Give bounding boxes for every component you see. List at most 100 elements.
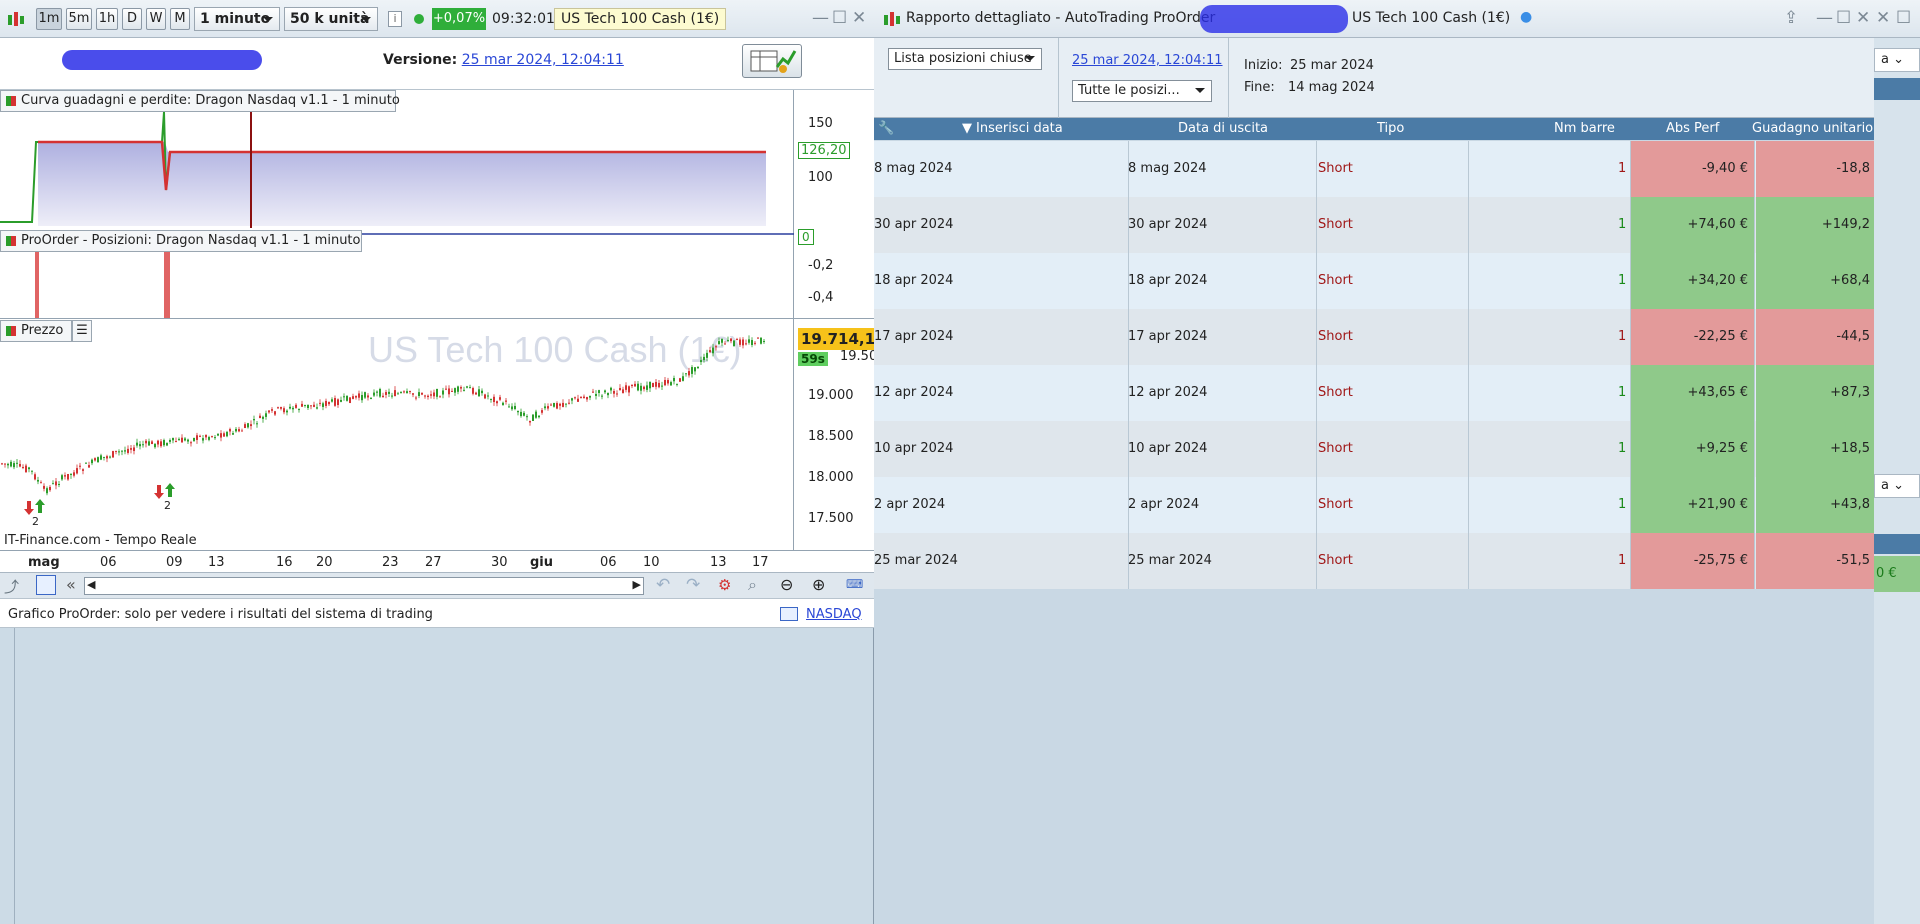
table-row[interactable]: 17 apr 2024 17 apr 2024 Short 1 -22,25 € -44,… (874, 309, 1874, 365)
report-icon[interactable] (742, 44, 802, 78)
column-separator (1754, 477, 1755, 533)
column-separator (1630, 477, 1631, 533)
unit-gain-value: +149,2 (1821, 217, 1870, 232)
timeframe-day-button[interactable]: D (122, 8, 142, 30)
close-all-icon[interactable]: ✕ (1876, 9, 1890, 27)
position-filter-select[interactable]: Tutte le posizi... (1072, 80, 1212, 102)
side-panel: a ⌄ a ⌄ 0 € (1874, 38, 1920, 924)
bar-count: 1 (1618, 273, 1627, 288)
trade-type: Short (1318, 161, 1353, 176)
price-candles (1, 335, 765, 515)
exit-date: 10 apr 2024 (1128, 441, 1208, 456)
table-row[interactable]: 8 mag 2024 8 mag 2024 Short 1 -9,40 € -18,8 (874, 141, 1874, 197)
divider (1058, 38, 1059, 118)
x-tick: 23 (382, 555, 399, 570)
report-controls: Lista posizioni chiuse 25 mar 2024, 12:0… (874, 38, 1874, 118)
equity-pane-label[interactable]: Curva guadagni e perdite: Dragon Nasdaq … (0, 90, 400, 112)
nasdaq-link[interactable]: NASDAQ (806, 607, 862, 622)
column-separator (1468, 533, 1469, 589)
entry-date: 30 apr 2024 (874, 217, 954, 232)
column-separator (1316, 533, 1317, 589)
entry-date: 8 mag 2024 (874, 161, 953, 176)
timeframe-week-button[interactable]: W (146, 8, 166, 30)
table-row[interactable]: 30 apr 2024 30 apr 2024 Short 1 +74,60 € +149… (874, 197, 1874, 253)
col-entry-date[interactable]: Inserisci data (976, 121, 1063, 136)
scroll-start-icon[interactable]: « (66, 575, 76, 594)
zoom-area-icon[interactable]: ⌕ (748, 575, 757, 595)
table-row[interactable]: 10 apr 2024 10 apr 2024 Short 1 +9,25 € +18,5 (874, 421, 1874, 477)
col-bars[interactable]: Nm barre (1554, 121, 1615, 136)
unit-gain-value: -51,5 (1836, 553, 1870, 568)
side-select[interactable]: a ⌄ (1874, 48, 1920, 72)
zoom-in-icon[interactable]: ⊕ (812, 575, 825, 594)
column-separator (1630, 365, 1631, 421)
side-select-text: a (1881, 478, 1889, 493)
side-select-2[interactable]: a ⌄ (1874, 474, 1920, 498)
x-tick: 06 (600, 555, 617, 570)
abs-perf-value: +21,90 € (1687, 497, 1748, 512)
wrench-icon[interactable]: 🔧 (878, 121, 894, 136)
extra-icon[interactable]: ☐ (1896, 9, 1911, 27)
unit-gain-value: +68,4 (1830, 273, 1870, 288)
close-icon[interactable]: ✕ (1856, 9, 1870, 27)
share-icon[interactable]: ⤴ (4, 576, 19, 597)
report-date-link[interactable]: 25 mar 2024, 12:04:11 (1072, 53, 1223, 68)
end-label: Fine: (1244, 80, 1275, 95)
list-type-select[interactable]: Lista posizioni chiuse (888, 48, 1042, 70)
zoom-out-icon[interactable]: ⊖ (780, 575, 793, 594)
scroll-left-icon[interactable]: ◀ (87, 578, 95, 591)
side-header (1874, 534, 1920, 554)
minimize-icon[interactable]: — (1816, 9, 1833, 27)
sort-desc-icon[interactable]: ▼ (962, 121, 972, 136)
chat-icon[interactable]: ● (1520, 9, 1532, 25)
units-select[interactable]: 50 k unità (284, 7, 378, 31)
timeframe-1m-button[interactable]: 1m (36, 8, 62, 30)
list-icon[interactable]: ☰ (72, 320, 92, 342)
time-scrollbar[interactable]: ◀ ▶ (84, 577, 644, 595)
table-row[interactable]: 2 apr 2024 2 apr 2024 Short 1 +21,90 € +43,8 (874, 477, 1874, 533)
interval-select[interactable]: 1 minuto (194, 7, 280, 31)
scroll-right-icon[interactable]: ▶ (633, 578, 641, 591)
chart-settings-icon[interactable] (36, 575, 56, 595)
column-separator (1316, 253, 1317, 309)
version-date-link[interactable]: 25 mar 2024, 12:04:11 (462, 52, 624, 68)
column-separator (1754, 141, 1755, 197)
indicator-icon[interactable]: ⚙ (718, 576, 731, 594)
column-separator (1468, 141, 1469, 197)
positions-pane-label[interactable]: ProOrder - Posizioni: Dragon Nasdaq v1.1… (0, 230, 362, 252)
table-row[interactable]: 12 apr 2024 12 apr 2024 Short 1 +43,65 € +87,… (874, 365, 1874, 421)
bar-count: 1 (1618, 441, 1627, 456)
column-separator (1316, 365, 1317, 421)
exit-date: 8 mag 2024 (1128, 161, 1207, 176)
positions-tick: -0,2 (808, 258, 834, 273)
col-exit-date[interactable]: Data di uscita (1178, 121, 1268, 136)
x-tick: 17 (752, 555, 769, 570)
column-separator (1754, 309, 1755, 365)
minimize-icon[interactable]: — (812, 9, 829, 27)
share-icon[interactable]: ⇪ (1784, 9, 1798, 27)
undo-icon[interactable]: ↶ (656, 575, 670, 595)
maximize-icon[interactable]: ☐ (832, 9, 847, 27)
instrument-label[interactable]: US Tech 100 Cash (1€) (554, 8, 727, 30)
current-price-tag: 19.714,1 (798, 328, 875, 350)
column-separator (1468, 421, 1469, 477)
timeframe-5m-button[interactable]: 5m (66, 8, 92, 30)
info-icon[interactable]: i (388, 11, 402, 27)
col-type[interactable]: Tipo (1377, 121, 1404, 136)
panel-divider (14, 628, 15, 924)
keyboard-icon[interactable]: ⌨ (846, 577, 863, 591)
col-abs-perf[interactable]: Abs Perf (1666, 121, 1719, 136)
table-row[interactable]: 25 mar 2024 25 mar 2024 Short 1 -25,75 € -51,… (874, 533, 1874, 589)
table-row[interactable]: 18 apr 2024 18 apr 2024 Short 1 +34,20 € +68,… (874, 253, 1874, 309)
column-separator (1630, 253, 1631, 309)
price-pane-label[interactable]: Prezzo (0, 320, 72, 342)
timeframe-month-button[interactable]: M (170, 8, 190, 30)
redo-icon[interactable]: ↷ (686, 575, 700, 595)
col-unit-gain[interactable]: Guadagno unitario (1752, 121, 1873, 136)
close-icon[interactable]: ✕ (852, 9, 866, 27)
timeframe-1h-button[interactable]: 1h (96, 8, 118, 30)
column-separator (1468, 197, 1469, 253)
entry-date: 25 mar 2024 (874, 553, 958, 568)
trade-type: Short (1318, 217, 1353, 232)
maximize-icon[interactable]: ☐ (1836, 9, 1851, 27)
